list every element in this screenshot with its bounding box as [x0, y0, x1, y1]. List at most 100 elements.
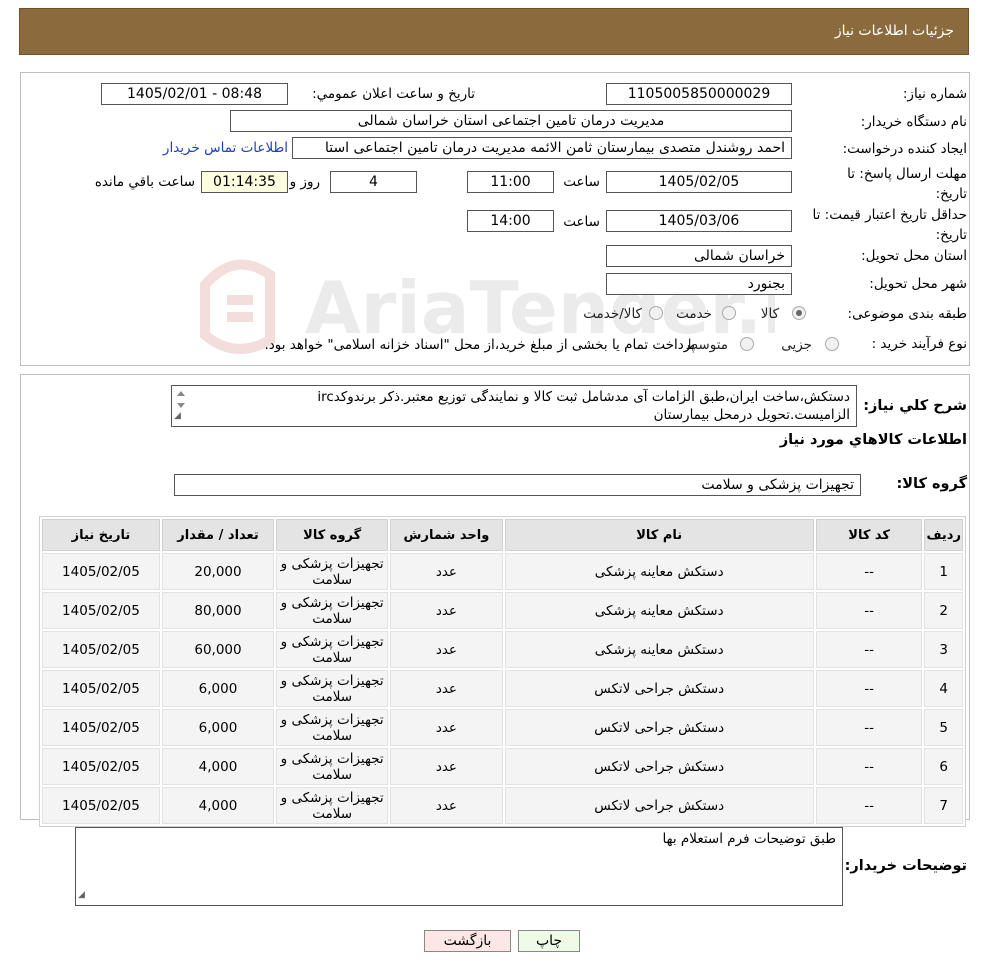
cell-goods-name: دستکش معاینه پزشکی — [504, 592, 814, 629]
cell-need-date: 1405/02/05 — [42, 670, 160, 707]
cell-quantity: 80,000 — [161, 592, 275, 629]
cell-row-number: 3 — [924, 631, 963, 668]
cell-goods-group: تجهیزات پزشکی و سلامت — [276, 709, 389, 746]
col-unit-header: واحد شمارش — [390, 519, 503, 551]
creator-field[interactable]: احمد روشندل متصدی بیمارستان ثامن الائمه … — [292, 137, 792, 159]
col-qty-header: تعداد / مقدار — [161, 519, 275, 551]
col-row-header: ردیف — [924, 519, 963, 551]
cell-row-number: 5 — [924, 709, 963, 746]
cell-goods-code: -- — [815, 553, 923, 590]
process-note: پرداخت تمام یا بخشی از مبلغ خرید،از محل … — [264, 337, 695, 353]
city-field[interactable]: بجنورد — [606, 273, 792, 295]
cell-goods-code: -- — [815, 709, 923, 746]
price-valid-time-field[interactable]: 14:00 — [467, 210, 554, 232]
cell-goods-name: دستکش جراحی لاتکس — [504, 787, 814, 824]
deadline-date-field[interactable]: 1405/02/05 — [606, 171, 792, 193]
buyer-notes-text: طبق توضیحات فرم استعلام بها — [662, 831, 836, 847]
price-valid-date-field[interactable]: 1405/03/06 — [606, 210, 792, 232]
description-textarea[interactable]: دستکش،ساخت ایران،طبق الزامات آی مدشامل ث… — [171, 385, 857, 427]
cell-goods-name: دستکش جراحی لاتکس — [504, 748, 814, 785]
category-radio-goods-service[interactable] — [649, 306, 663, 320]
cell-goods-group: تجهیزات پزشکی و سلامت — [276, 670, 389, 707]
cell-row-number: 4 — [924, 670, 963, 707]
cell-quantity: 4,000 — [161, 787, 275, 824]
buyer-org-field[interactable]: مدیریت درمان تامین اجتماعی استان خراسان … — [230, 110, 792, 132]
col-name-header: نام کالا — [504, 519, 814, 551]
goods-group-field[interactable]: تجهیزات پزشکی و سلامت — [174, 474, 861, 496]
notes-resize-handle-icon[interactable]: ◢ — [78, 886, 85, 904]
buyer-contact-link[interactable]: اطلاعات تماس خریدار — [163, 140, 288, 156]
process-radio-medium[interactable] — [740, 337, 754, 351]
price-valid-label: حداقل تاریخ اعتبار قیمت: تا تاریخ: — [807, 205, 967, 245]
deadline-time-label: ساعت — [563, 174, 600, 190]
deadline-label: مهلت ارسال پاسخ: تا تاریخ: — [817, 164, 967, 204]
cell-unit: عدد — [390, 631, 503, 668]
page-header: جزئیات اطلاعات نیاز — [19, 8, 969, 55]
table-header-row: تاریخ نیاز تعداد / مقدار گروه کالا واحد … — [42, 519, 963, 551]
cell-row-number: 6 — [924, 748, 963, 785]
cell-unit: عدد — [390, 553, 503, 590]
city-label: شهر محل تحویل: — [869, 276, 967, 292]
process-label: نوع فرآیند خرید : — [871, 336, 967, 352]
cell-unit: عدد — [390, 787, 503, 824]
table-row: 1405/02/05 6,000 تجهیزات پزشکی و سلامت عدد د… — [42, 709, 963, 746]
cell-goods-name: دستکش معاینه پزشکی — [504, 553, 814, 590]
cell-row-number: 7 — [924, 787, 963, 824]
print-button[interactable]: چاپ — [518, 930, 580, 952]
col-date-header: تاریخ نیاز — [42, 519, 160, 551]
items-table: تاریخ نیاز تعداد / مقدار گروه کالا واحد … — [39, 516, 966, 827]
process-radio-minor[interactable] — [825, 337, 839, 351]
cell-need-date: 1405/02/05 — [42, 748, 160, 785]
creator-label: ایجاد کننده درخواست: — [842, 141, 967, 157]
announce-field[interactable]: 1405/02/01 - 08:48 — [101, 83, 288, 105]
category-radio-service[interactable] — [722, 306, 736, 320]
description-label: شرح کلي نیاز: — [863, 398, 967, 414]
col-code-header: کد کالا — [815, 519, 923, 551]
cell-quantity: 20,000 — [161, 553, 275, 590]
remaining-time-field: 01:14:35 — [201, 171, 288, 193]
cell-quantity: 60,000 — [161, 631, 275, 668]
price-valid-time-label: ساعت — [563, 214, 600, 230]
table-row: 1405/02/05 6,000 تجهیزات پزشکی و سلامت عدد د… — [42, 670, 963, 707]
province-field[interactable]: خراسان شمالی — [606, 245, 792, 267]
back-button[interactable]: بازگشت — [424, 930, 511, 952]
buyer-notes-textarea[interactable]: طبق توضیحات فرم استعلام بها ◢ — [75, 827, 843, 906]
province-label: استان محل تحویل: — [861, 248, 967, 264]
category-label: طبقه بندی موضوعی: — [847, 306, 967, 322]
table-row: 1405/02/05 4,000 تجهیزات پزشکی و سلامت عدد د… — [42, 748, 963, 785]
page-title: جزئیات اطلاعات نیاز — [834, 23, 954, 39]
cell-need-date: 1405/02/05 — [42, 631, 160, 668]
cell-goods-group: تجهیزات پزشکی و سلامت — [276, 787, 389, 824]
table-row: 1405/02/05 20,000 تجهیزات پزشکی و سلامت عدد… — [42, 553, 963, 590]
resize-handle-icon[interactable]: ◢ — [174, 407, 181, 425]
category-option-goods-service: کالا/خدمت — [583, 306, 642, 322]
cell-goods-group: تجهیزات پزشکی و سلامت — [276, 631, 389, 668]
buyer-org-label: نام دستگاه خریدار: — [860, 114, 967, 130]
cell-goods-name: دستکش جراحی لاتکس — [504, 709, 814, 746]
goods-group-label: گروه کالا: — [896, 476, 967, 492]
announce-label: تاریخ و ساعت اعلان عمومي: — [312, 86, 475, 102]
category-option-goods: کالا — [760, 306, 779, 322]
cell-goods-name: دستکش جراحی لاتکس — [504, 670, 814, 707]
remaining-label: ساعت باقي مانده — [94, 174, 195, 190]
deadline-time-field[interactable]: 11:00 — [467, 171, 554, 193]
buyer-notes-label: توضیحات خریدار: — [844, 858, 967, 874]
cell-goods-code: -- — [815, 670, 923, 707]
days-label: روز و — [289, 174, 320, 190]
cell-quantity: 4,000 — [161, 748, 275, 785]
cell-goods-code: -- — [815, 787, 923, 824]
process-option-minor: جزیی — [781, 337, 812, 353]
goods-section-title: اطلاعات کالاهاي مورد نیاز — [779, 432, 967, 448]
cell-unit: عدد — [390, 670, 503, 707]
category-radio-goods[interactable] — [792, 306, 806, 320]
days-field[interactable]: 4 — [330, 171, 417, 193]
description-line-1: دستکش،ساخت ایران،طبق الزامات آی مدشامل ث… — [317, 389, 850, 405]
cell-quantity: 6,000 — [161, 670, 275, 707]
need-number-field[interactable]: 1105005850000029 — [606, 83, 792, 105]
cell-goods-name: دستکش معاینه پزشکی — [504, 631, 814, 668]
col-group-header: گروه کالا — [276, 519, 389, 551]
category-option-service: خدمت — [676, 306, 712, 322]
cell-need-date: 1405/02/05 — [42, 553, 160, 590]
cell-goods-group: تجهیزات پزشکی و سلامت — [276, 592, 389, 629]
cell-need-date: 1405/02/05 — [42, 787, 160, 824]
